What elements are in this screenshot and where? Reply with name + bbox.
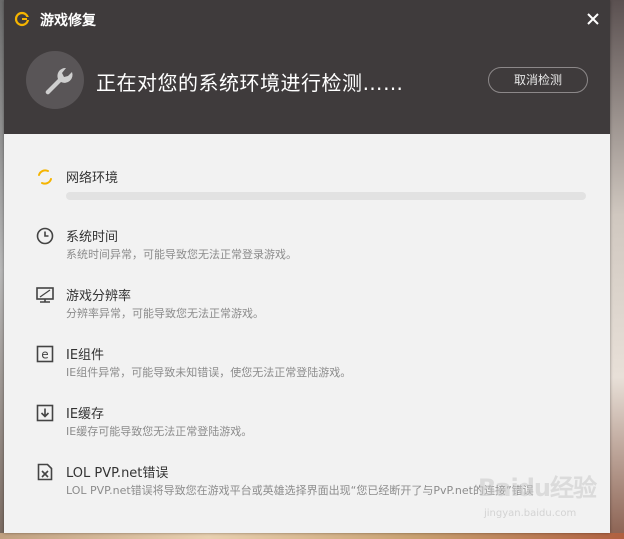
clock-icon [36, 227, 54, 245]
check-desc: 分辨率异常，可能导致您无法正常游戏。 [66, 307, 264, 320]
close-icon[interactable] [584, 10, 602, 28]
watermark-logo: Baidu经验 [478, 474, 597, 502]
watermark-url: jingyan.baidu.com [484, 508, 577, 519]
repair-dialog: 游戏修复 正在对您的系统环境进行检测…… 取消检测 网络环境 系统时间 系统时间… [4, 0, 610, 533]
check-desc: IE缓存可能导致您无法正常登陆游戏。 [66, 425, 253, 438]
download-icon [36, 404, 54, 422]
window-title: 游戏修复 [40, 13, 96, 29]
spinner-icon [38, 169, 52, 185]
check-label: IE缓存 [66, 407, 105, 422]
check-desc: IE组件异常，可能导致未知错误，使您无法正常登陆游戏。 [66, 366, 352, 379]
check-label: 游戏分辨率 [66, 289, 132, 304]
svg-text:e: e [41, 348, 48, 362]
check-label: 网络环境 [66, 171, 119, 186]
check-label: IE组件 [66, 348, 105, 363]
dialog-header: 游戏修复 正在对您的系统环境进行检测…… 取消检测 [4, 0, 610, 134]
app-logo-icon [14, 11, 30, 27]
progress-bar [66, 192, 586, 200]
check-label: 系统时间 [66, 230, 119, 245]
check-label: LOL PVP.net错误 [66, 466, 169, 481]
status-title: 正在对您的系统环境进行检测…… [96, 71, 404, 95]
repair-wrench-icon [26, 51, 84, 109]
check-desc: LOL PVP.net错误将导致您在游戏平台或英雄选择界面出现“您已经断开了与P… [66, 484, 534, 497]
monitor-icon [36, 287, 54, 303]
file-error-icon [37, 463, 53, 481]
cancel-check-button[interactable]: 取消检测 [488, 67, 588, 93]
ie-icon: e [36, 345, 54, 363]
check-desc: 系统时间异常，可能导致您无法正常登录游戏。 [66, 248, 297, 261]
title-bar[interactable]: 游戏修复 [4, 0, 610, 38]
